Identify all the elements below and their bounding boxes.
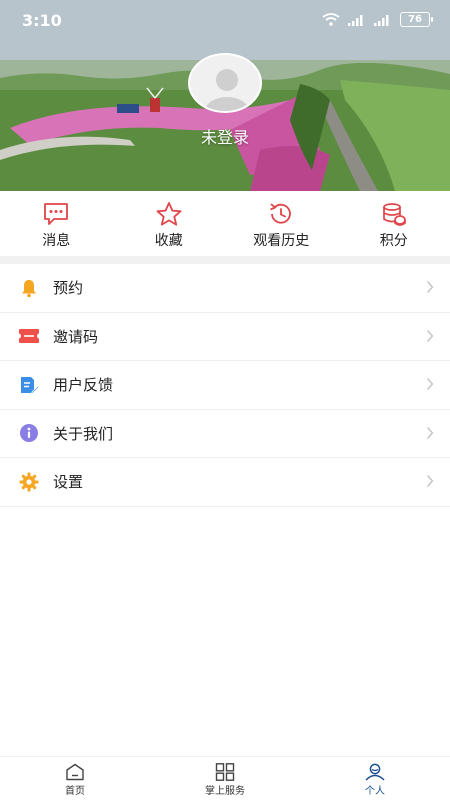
menu-item-label: 预约 <box>53 279 84 298</box>
nav-label: 首页 <box>65 786 85 797</box>
menu-item-invite-code[interactable]: 邀请码 <box>0 313 450 361</box>
quick-actions: 消息 收藏 观看历史 积分 <box>0 191 450 256</box>
menu-item-appointment[interactable]: 预约 <box>0 264 450 313</box>
menu-item-about-us[interactable]: 关于我们 <box>0 410 450 458</box>
status-icons: 76 <box>322 12 433 27</box>
default-avatar-icon <box>188 53 262 113</box>
quick-label: 观看历史 <box>253 233 310 249</box>
chevron-right-icon <box>426 475 434 487</box>
quick-label: 消息 <box>42 233 71 249</box>
status-bar: 3:10 76 <box>0 0 450 40</box>
nav-label: 掌上服务 <box>205 786 245 797</box>
menu-item-label: 关于我们 <box>53 424 114 443</box>
grid-icon <box>215 763 235 781</box>
quick-item-history[interactable]: 观看历史 <box>225 191 338 256</box>
gear-icon <box>18 471 40 493</box>
battery-level: 76 <box>408 14 422 25</box>
feedback-edit-icon <box>18 374 40 396</box>
bell-icon <box>18 277 40 299</box>
bottom-nav: 首页 掌上服务 个人 <box>0 756 450 800</box>
avatar[interactable] <box>188 53 262 113</box>
star-icon <box>156 202 182 226</box>
chevron-right-icon <box>426 281 434 293</box>
quick-item-messages[interactable]: 消息 <box>0 191 113 256</box>
battery-icon: 76 <box>400 12 433 27</box>
home-icon <box>66 763 84 781</box>
signal-icon <box>374 14 389 26</box>
ticket-icon <box>18 325 40 347</box>
login-status-text[interactable]: 未登录 <box>0 124 450 148</box>
info-icon <box>18 422 40 444</box>
wifi-icon <box>322 13 340 26</box>
section-divider <box>0 256 450 264</box>
profile-header: 3:10 76 未登录 <box>0 0 450 191</box>
quick-item-favorites[interactable]: 收藏 <box>113 191 226 256</box>
quick-label: 收藏 <box>154 233 183 249</box>
message-icon <box>44 203 69 225</box>
nav-item-services[interactable]: 掌上服务 <box>150 757 300 800</box>
menu-item-label: 用户反馈 <box>53 376 114 395</box>
chevron-right-icon <box>426 329 434 342</box>
nav-item-personal[interactable]: 个人 <box>300 757 450 800</box>
nav-item-home[interactable]: 首页 <box>0 757 150 800</box>
menu-item-label: 设置 <box>53 473 84 492</box>
quick-label: 积分 <box>379 233 408 249</box>
nav-label: 个人 <box>365 786 385 797</box>
signal-icon <box>348 14 363 26</box>
coins-icon <box>382 203 406 226</box>
person-icon <box>365 763 385 781</box>
menu-item-feedback[interactable]: 用户反馈 <box>0 361 450 410</box>
quick-item-points[interactable]: 积分 <box>338 191 450 256</box>
menu-item-label: 邀请码 <box>53 327 99 346</box>
chevron-right-icon <box>426 378 434 390</box>
settings-menu: 预约 邀请码 用户反馈 关于我们 设置 <box>0 264 450 507</box>
history-clock-icon <box>270 203 292 224</box>
chevron-right-icon <box>426 426 434 439</box>
menu-item-settings[interactable]: 设置 <box>0 458 450 507</box>
status-time: 3:10 <box>22 11 62 30</box>
